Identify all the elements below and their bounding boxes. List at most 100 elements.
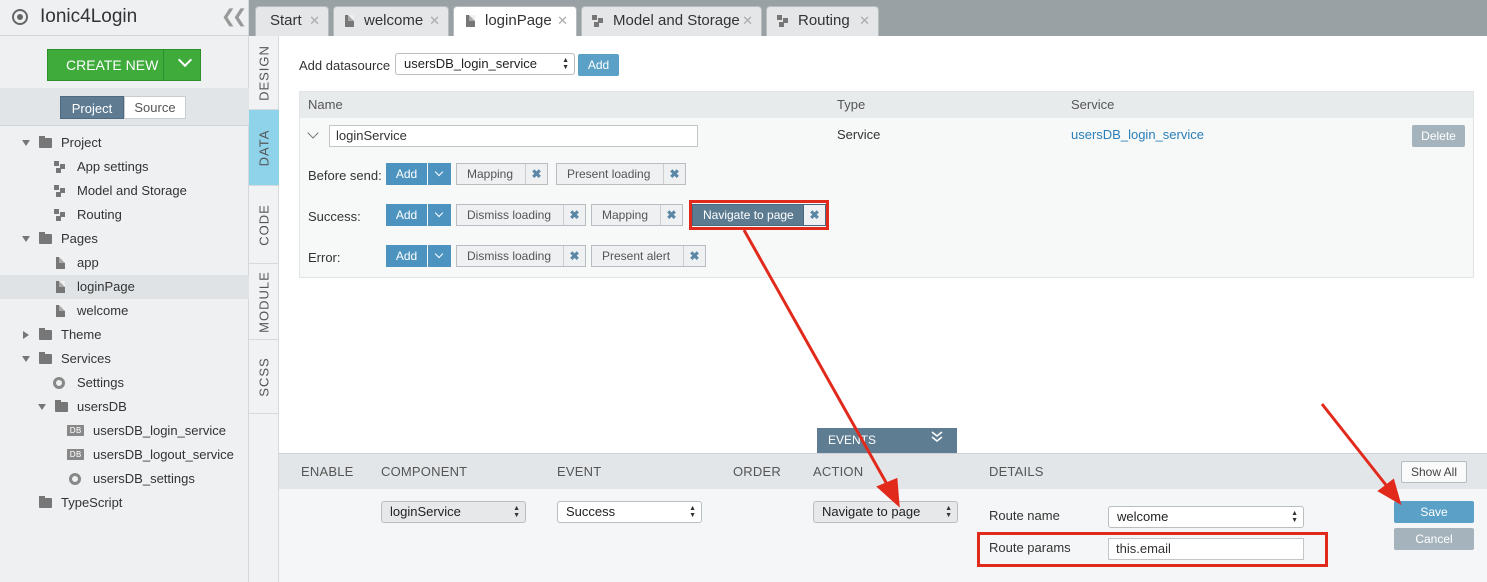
tree-item-typescript[interactable]: TypeScript	[0, 491, 249, 515]
add-datasource-button[interactable]: Add	[578, 54, 619, 76]
before-send-label: Before send:	[308, 168, 382, 183]
chevron-down-icon[interactable]	[930, 430, 944, 444]
expand-arrow-icon[interactable]	[22, 236, 30, 242]
chevron-down-icon[interactable]	[177, 52, 193, 68]
app-logo-icon	[12, 9, 28, 25]
datasource-name-input[interactable]: loginService	[329, 125, 698, 147]
before-send-add-button[interactable]: Add	[386, 163, 451, 185]
create-new-button[interactable]: CREATE NEW	[47, 49, 201, 81]
chip-present-alert[interactable]: Present alert ✖	[591, 245, 706, 267]
tab-project[interactable]: Project	[60, 96, 124, 119]
tab-welcome[interactable]: welcome ✕	[333, 6, 449, 36]
column-action: ACTION	[813, 464, 864, 479]
tree-item-routing[interactable]: Routing	[0, 203, 249, 227]
tree-item-services[interactable]: Services	[0, 347, 249, 371]
chip-mapping[interactable]: Mapping ✖	[456, 163, 548, 185]
column-component: COMPONENT	[381, 464, 468, 479]
close-icon[interactable]: ✕	[309, 7, 320, 35]
folder-icon	[55, 400, 68, 412]
chip-dismiss-loading[interactable]: Dismiss loading ✖	[456, 245, 586, 267]
delete-button[interactable]: Delete	[1412, 125, 1465, 147]
close-icon[interactable]: ✕	[557, 7, 568, 35]
expand-arrow-icon[interactable]	[23, 331, 29, 339]
remove-icon[interactable]: ✖	[525, 164, 547, 184]
divider	[0, 35, 249, 36]
remove-icon[interactable]: ✖	[563, 246, 585, 266]
tab-source[interactable]: Source	[124, 96, 186, 119]
highlight-box	[977, 532, 1328, 567]
db-icon: DB	[67, 425, 84, 436]
success-add-button[interactable]: Add	[386, 204, 451, 226]
model-icon	[54, 185, 66, 197]
select-arrows-icon: ▲ ▼	[562, 57, 569, 71]
save-button[interactable]: Save	[1394, 501, 1474, 523]
app-title: Ionic4Login	[40, 6, 138, 27]
datasource-service-link[interactable]: usersDB_login_service	[1071, 127, 1204, 142]
tree-item-project[interactable]: Project	[0, 131, 249, 155]
tab-loginpage[interactable]: loginPage ✕	[453, 6, 577, 36]
chip-mapping[interactable]: Mapping ✖	[591, 204, 683, 226]
component-select[interactable]: loginService ▲ ▼	[381, 501, 526, 523]
vtab-module[interactable]: MODULE	[249, 264, 279, 340]
tree-item-pages[interactable]: Pages	[0, 227, 249, 251]
tab-model-and-storage[interactable]: Model and Storage ✕	[581, 6, 762, 36]
model-icon	[777, 15, 789, 27]
error-label: Error:	[308, 250, 341, 265]
file-icon	[56, 281, 65, 293]
remove-icon[interactable]: ✖	[660, 205, 682, 225]
remove-icon[interactable]: ✖	[683, 246, 705, 266]
expand-arrow-icon[interactable]	[22, 140, 30, 146]
tree-item-usersdb-login-service[interactable]: DB usersDB_login_service	[0, 419, 249, 443]
chevron-down-icon[interactable]	[428, 245, 451, 267]
column-event: EVENT	[557, 464, 602, 479]
tree-item-welcome[interactable]: welcome	[0, 299, 249, 323]
divider	[163, 50, 164, 80]
chevron-down-icon[interactable]	[428, 204, 451, 226]
collapse-sidebar-icon[interactable]: ❮❮	[221, 6, 247, 27]
tree-item-app[interactable]: app	[0, 251, 249, 275]
action-select[interactable]: Navigate to page ▲ ▼	[813, 501, 958, 523]
datasource-select[interactable]: usersDB_login_service ▲ ▼	[395, 53, 575, 75]
model-icon	[54, 209, 66, 221]
route-name-label: Route name	[989, 508, 1060, 523]
grid-header	[300, 92, 1473, 118]
tree-item-usersdb-settings[interactable]: usersDB_settings	[0, 467, 249, 491]
error-add-button[interactable]: Add	[386, 245, 451, 267]
highlight-box	[689, 200, 829, 230]
select-arrows-icon: ▲ ▼	[945, 505, 952, 519]
close-icon[interactable]: ✕	[742, 7, 753, 35]
tree-item-model-and-storage[interactable]: Model and Storage	[0, 179, 249, 203]
column-order: ORDER	[733, 464, 781, 479]
route-name-select[interactable]: welcome ▲ ▼	[1108, 506, 1304, 528]
folder-icon	[39, 496, 52, 508]
vtab-scss[interactable]: SCSS	[249, 340, 279, 414]
success-label: Success:	[308, 209, 361, 224]
model-icon	[592, 15, 604, 27]
close-icon[interactable]: ✕	[859, 7, 870, 35]
chevron-down-icon[interactable]	[428, 163, 451, 185]
event-select[interactable]: Success ▲ ▼	[557, 501, 702, 523]
vtab-data[interactable]: DATA	[249, 110, 279, 186]
tree-item-settings[interactable]: Settings	[0, 371, 249, 395]
cancel-button[interactable]: Cancel	[1394, 528, 1474, 550]
vtab-code[interactable]: CODE	[249, 186, 279, 264]
remove-icon[interactable]: ✖	[563, 205, 585, 225]
tree-item-theme[interactable]: Theme	[0, 323, 249, 347]
tree-item-app-settings[interactable]: App settings	[0, 155, 249, 179]
column-type: Type	[837, 97, 866, 112]
tree-item-usersdb[interactable]: usersDB	[0, 395, 249, 419]
chip-dismiss-loading[interactable]: Dismiss loading ✖	[456, 204, 586, 226]
close-icon[interactable]: ✕	[429, 7, 440, 35]
chip-present-loading[interactable]: Present loading ✖	[556, 163, 686, 185]
expand-arrow-icon[interactable]	[38, 404, 46, 410]
folder-icon	[39, 232, 52, 244]
expand-arrow-icon[interactable]	[22, 356, 30, 362]
tab-routing[interactable]: Routing ✕	[766, 6, 879, 36]
tree-item-usersdb-logout-service[interactable]: DB usersDB_logout_service	[0, 443, 249, 467]
column-name: Name	[308, 97, 343, 112]
tree-item-loginpage[interactable]: loginPage	[0, 275, 249, 299]
vtab-design[interactable]: DESIGN	[249, 36, 279, 110]
show-all-button[interactable]: Show All	[1401, 461, 1467, 483]
remove-icon[interactable]: ✖	[663, 164, 685, 184]
tab-start[interactable]: Start ✕	[255, 6, 329, 36]
